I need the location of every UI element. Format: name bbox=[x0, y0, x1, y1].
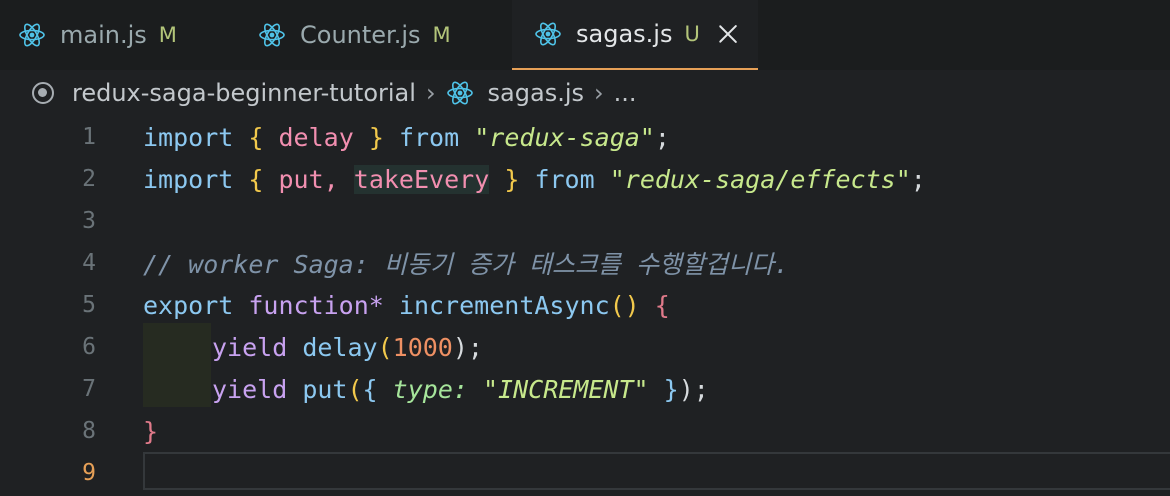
code-line: 8 } bbox=[0, 410, 1170, 452]
code-line: 7 yield put({ type: "INCREMENT" }); bbox=[0, 368, 1170, 410]
tab-label: main.js bbox=[60, 21, 147, 49]
tab-counter-js[interactable]: Counter.js M bbox=[258, 0, 488, 70]
tab-label: Counter.js bbox=[300, 21, 421, 49]
code-line: 5 export function* incrementAsync() { bbox=[0, 284, 1170, 326]
code-editor[interactable]: 1 import { delay } from "redux-saga"; 2 … bbox=[0, 116, 1170, 496]
react-icon bbox=[535, 22, 561, 46]
modified-badge: M bbox=[432, 23, 451, 47]
line-number: 9 bbox=[82, 460, 96, 486]
line-number: 2 bbox=[82, 166, 96, 192]
react-icon bbox=[19, 23, 45, 47]
breadcrumb-more[interactable]: ... bbox=[614, 79, 637, 107]
line-number: 1 bbox=[82, 124, 96, 150]
line-number: 5 bbox=[82, 292, 96, 318]
line-number: 6 bbox=[82, 334, 96, 360]
code-line: 6 yield delay(1000); bbox=[0, 326, 1170, 368]
code-text: export function* incrementAsync() { bbox=[143, 290, 670, 320]
code-line[interactable]: 9 bbox=[0, 452, 1170, 494]
code-text: yield delay(1000); bbox=[212, 332, 483, 362]
code-text: import { delay } from "redux-saga"; bbox=[143, 122, 670, 152]
tab-sagas-js[interactable]: sagas.js U bbox=[512, 0, 758, 70]
code-line: 3 bbox=[0, 200, 1170, 242]
line-number: 7 bbox=[82, 376, 96, 402]
breadcrumb-file[interactable]: sagas.js bbox=[488, 79, 584, 107]
tab-label: sagas.js bbox=[576, 20, 673, 48]
code-text: import { put, takeEvery } from "redux-sa… bbox=[143, 164, 926, 194]
tab-main-js[interactable]: main.js M bbox=[18, 0, 218, 70]
breadcrumb: redux-saga-beginner-tutorial › sagas.js … bbox=[0, 70, 1170, 116]
untracked-badge: U bbox=[684, 22, 700, 46]
chevron-right-icon: › bbox=[425, 79, 436, 107]
close-icon[interactable] bbox=[716, 22, 740, 46]
line-number: 3 bbox=[82, 208, 96, 234]
chevron-right-icon: › bbox=[594, 79, 604, 107]
react-icon bbox=[259, 23, 285, 47]
code-line: 2 import { put, takeEvery } from "redux-… bbox=[0, 158, 1170, 200]
folder-target-icon bbox=[32, 82, 54, 104]
code-text: } bbox=[143, 416, 159, 446]
code-line: 1 import { delay } from "redux-saga"; bbox=[0, 116, 1170, 158]
code-comment: // worker Saga: 비동기 증가 태스크를 수행할겁니다. bbox=[143, 250, 790, 279]
line-number: 8 bbox=[82, 418, 96, 444]
breadcrumb-folder[interactable]: redux-saga-beginner-tutorial bbox=[72, 79, 416, 107]
react-icon bbox=[446, 81, 473, 105]
line-number: 4 bbox=[82, 250, 96, 276]
tab-bar: main.js M Counter.js M sagas.js U bbox=[0, 0, 1170, 70]
modified-badge: M bbox=[158, 23, 177, 47]
code-line: 4 // worker Saga: 비동기 증가 태스크를 수행할겁니다. bbox=[0, 242, 1170, 284]
code-text: yield put({ type: "INCREMENT" }); bbox=[212, 374, 709, 404]
